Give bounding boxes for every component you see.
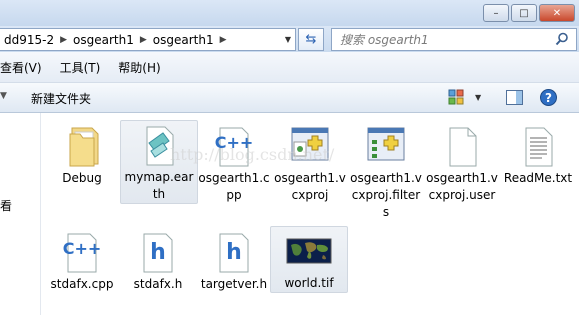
search-icon[interactable] [555, 32, 569, 46]
file-item-stdafx-h[interactable]: h stdafx.h [120, 228, 196, 293]
file-name: world.tif [284, 276, 334, 290]
breadcrumb-item[interactable]: osgearth1 [69, 33, 138, 47]
file-name: osgearth1.vcxproj.user [426, 171, 498, 202]
file-item-stdafx-cpp[interactable]: C++ stdafx.cpp [44, 228, 120, 293]
window-controls: – □ ✕ [481, 4, 575, 22]
breadcrumb-chevron-icon[interactable]: ▶ [58, 35, 69, 45]
svg-text:?: ? [545, 91, 552, 105]
command-toolbar: ▼ 新建文件夹 ▼ ? [0, 83, 579, 113]
new-folder-button[interactable]: 新建文件夹 [31, 90, 91, 107]
file-item-osgearth1-vcxproj-filters[interactable]: osgearth1.vcxproj.filters [348, 122, 424, 221]
minimize-button[interactable]: – [483, 4, 509, 22]
file-name: targetver.h [200, 277, 268, 291]
file-name: ReadMe.txt [503, 171, 573, 185]
cpp-file-icon: C++ [63, 233, 102, 273]
vcxproj-filters-icon [367, 127, 405, 161]
address-row: dd915-2 ▶ osgearth1 ▶ osgearth1 ▶ ▼ ⇆ 搜索… [0, 26, 579, 52]
breadcrumb-item[interactable]: osgearth1 [149, 33, 218, 47]
file-name: osgearth1.vcxproj [274, 171, 346, 202]
title-bar: – □ ✕ [0, 0, 579, 26]
file-item-world-tif[interactable]: world.tif [270, 226, 348, 293]
header-file-icon: h [143, 233, 173, 273]
toolbar-overflow-icon[interactable]: ▼ [0, 91, 7, 101]
search-input[interactable]: 搜索 osgearth1 [332, 31, 429, 48]
svg-text:h: h [226, 240, 242, 265]
svg-text:h: h [150, 240, 166, 265]
close-icon: ✕ [552, 7, 562, 19]
text-file-icon [525, 127, 553, 167]
preview-pane-icon [506, 90, 523, 105]
close-button[interactable]: ✕ [539, 4, 575, 22]
nav-item-label[interactable]: 看 [0, 197, 12, 214]
file-item-targetver-h[interactable]: h targetver.h [196, 228, 272, 293]
view-grid-icon [448, 89, 464, 105]
search-box[interactable]: 搜索 osgearth1 [331, 28, 577, 51]
preview-pane-button[interactable] [506, 90, 523, 108]
vcxproj-file-icon [291, 127, 329, 161]
file-item-osgearth1-vcxproj-user[interactable]: osgearth1.vcxproj.user [424, 122, 500, 204]
map-document-icon [146, 126, 174, 166]
file-name: osgearth1.cpp [198, 171, 270, 202]
file-item-readme-txt[interactable]: ReadMe.txt [500, 122, 576, 187]
breadcrumb-chevron-icon[interactable]: ▶ [138, 35, 149, 45]
file-item-osgearth1-cpp[interactable]: C++ osgearth1.cpp [196, 122, 272, 204]
blank-file-icon [449, 127, 477, 167]
address-bar[interactable]: dd915-2 ▶ osgearth1 ▶ osgearth1 ▶ ▼ [0, 28, 296, 51]
cpp-file-icon: C++ [215, 127, 254, 167]
help-button[interactable]: ? [540, 89, 557, 109]
menu-help[interactable]: 帮助(H) [109, 59, 169, 76]
help-icon: ? [540, 89, 557, 106]
svg-text:C++: C++ [63, 239, 102, 258]
minimize-icon: – [493, 7, 499, 19]
menu-view[interactable]: 查看(V) [0, 59, 51, 76]
file-name: osgearth1.vcxproj.filters [350, 171, 422, 219]
file-item-mymap-earth[interactable]: mymap.earth [120, 120, 198, 204]
address-dropdown-icon[interactable]: ▼ [285, 35, 291, 44]
menu-tools[interactable]: 工具(T) [51, 59, 110, 76]
file-item-debug[interactable]: Debug [44, 122, 120, 187]
refresh-button[interactable]: ⇆ [298, 28, 324, 51]
image-thumbnail-icon [286, 238, 332, 264]
file-item-osgearth1-vcxproj[interactable]: osgearth1.vcxproj [272, 122, 348, 204]
header-file-icon: h [219, 233, 249, 273]
svg-text:C++: C++ [215, 133, 254, 152]
breadcrumb-chevron-icon[interactable]: ▶ [218, 35, 229, 45]
menu-bar: 查看(V) 工具(T) 帮助(H) [0, 52, 579, 83]
breadcrumb-item[interactable]: dd915-2 [0, 33, 58, 47]
maximize-icon: □ [519, 7, 529, 19]
file-name: stdafx.cpp [50, 277, 114, 291]
file-name: Debug [62, 171, 102, 185]
maximize-button[interactable]: □ [511, 4, 537, 22]
change-view-button[interactable] [448, 89, 464, 105]
refresh-icon: ⇆ [305, 32, 317, 47]
file-name: mymap.earth [124, 170, 194, 201]
navigation-pane: 看 [0, 113, 41, 315]
file-name: stdafx.h [133, 277, 183, 291]
folder-icon [69, 127, 99, 167]
view-dropdown-icon[interactable]: ▼ [475, 93, 481, 102]
